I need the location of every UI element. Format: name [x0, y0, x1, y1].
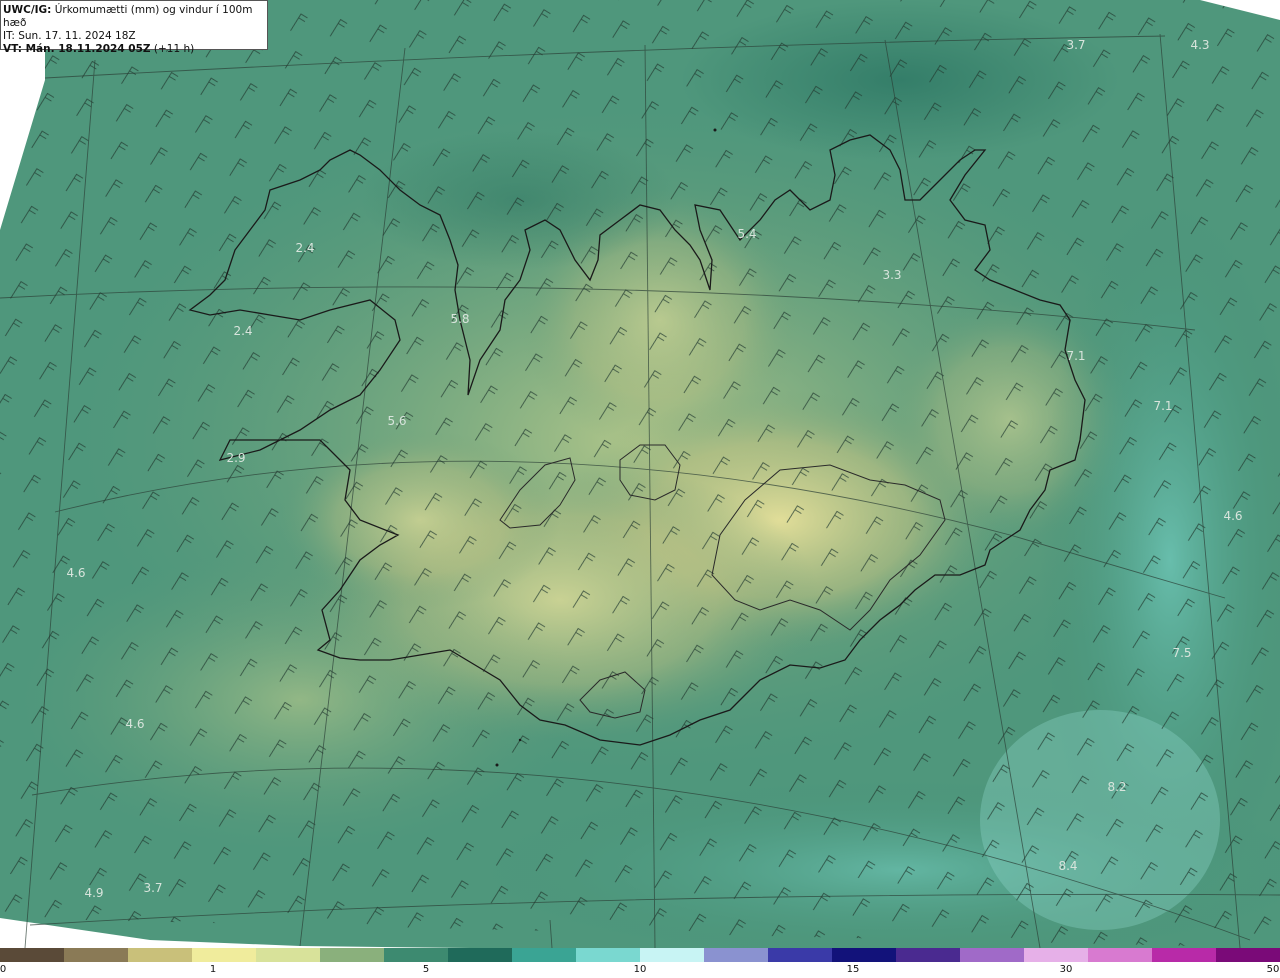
- colorbar-segment: [192, 948, 257, 962]
- point-value-label: 8.2: [1107, 780, 1127, 794]
- colorbar-tick-label: 15: [846, 964, 860, 975]
- colorbar-segment: [0, 948, 65, 962]
- point-value-label: 4.6: [1223, 509, 1243, 523]
- colorbar-segment: [512, 948, 577, 962]
- forecast-step: (+11 h): [150, 43, 195, 55]
- point-value-label: 8.4: [1058, 859, 1078, 873]
- precipitation-wind-map: [0, 0, 1280, 948]
- valid-time: VT: Mán. 18.11.2024 05Z: [3, 43, 151, 55]
- map-info-box: UWC/IG: Úrkomumætti (mm) og vindur í 100…: [0, 0, 268, 55]
- colorbar-segment: [320, 948, 385, 962]
- point-value-label: 2.4: [233, 324, 253, 338]
- point-value-label: 4.3: [1190, 38, 1210, 52]
- point-value-label: 2.9: [226, 451, 246, 465]
- colorbar: [0, 948, 1280, 962]
- point-value-label: 7.1: [1066, 349, 1086, 363]
- point-value-label: 4.6: [125, 717, 145, 731]
- colorbar-segment: [1024, 948, 1089, 962]
- valid-time-line: VT: Mán. 18.11.2024 05Z (+11 h): [3, 43, 265, 56]
- point-value-label: 3.3: [882, 268, 902, 282]
- model-code: UWC/IG:: [3, 4, 52, 16]
- title-line: UWC/IG: Úrkomumætti (mm) og vindur í 100…: [3, 4, 265, 30]
- colorbar-segment: [768, 948, 833, 962]
- point-value-label: 7.5: [1172, 646, 1192, 660]
- point-value-label: 4.6: [66, 566, 86, 580]
- point-value-label: 5.8: [450, 312, 470, 326]
- wind-barbs: [0, 0, 1280, 948]
- colorbar-segment: [384, 948, 449, 962]
- colorbar-tick-label: 10: [633, 964, 647, 975]
- colorbar-tick-label: 0: [0, 964, 7, 975]
- colorbar-tick-label: 30: [1059, 964, 1073, 975]
- point-value-label: 5.6: [387, 414, 407, 428]
- colorbar-tick-label: 5: [422, 964, 430, 975]
- colorbar-tick-label: 50: [1266, 964, 1280, 975]
- colorbar-segment: [256, 948, 321, 962]
- point-value-label: 5.4: [737, 227, 757, 241]
- colorbar-segment: [832, 948, 897, 962]
- point-value-label: 7.1: [1153, 399, 1173, 413]
- colorbar-segment: [896, 948, 961, 962]
- colorbar-segment: [64, 948, 129, 962]
- point-value-label: 3.7: [143, 881, 163, 895]
- colorbar-segment: [1216, 948, 1280, 962]
- colorbar-tick-label: 1: [209, 964, 217, 975]
- colorbar-segment: [1152, 948, 1217, 962]
- colorbar-segment: [576, 948, 641, 962]
- colorbar-segment: [640, 948, 705, 962]
- colorbar-segment: [960, 948, 1025, 962]
- point-value-label: 4.9: [84, 886, 104, 900]
- point-value-label: 3.7: [1066, 38, 1086, 52]
- colorbar-segment: [704, 948, 769, 962]
- initial-time: IT: Sun. 17. 11. 2024 18Z: [3, 30, 136, 42]
- colorbar-segment: [448, 948, 513, 962]
- colorbar-segment: [1088, 948, 1153, 962]
- point-value-label: 2.4: [295, 241, 315, 255]
- colorbar-segment: [128, 948, 193, 962]
